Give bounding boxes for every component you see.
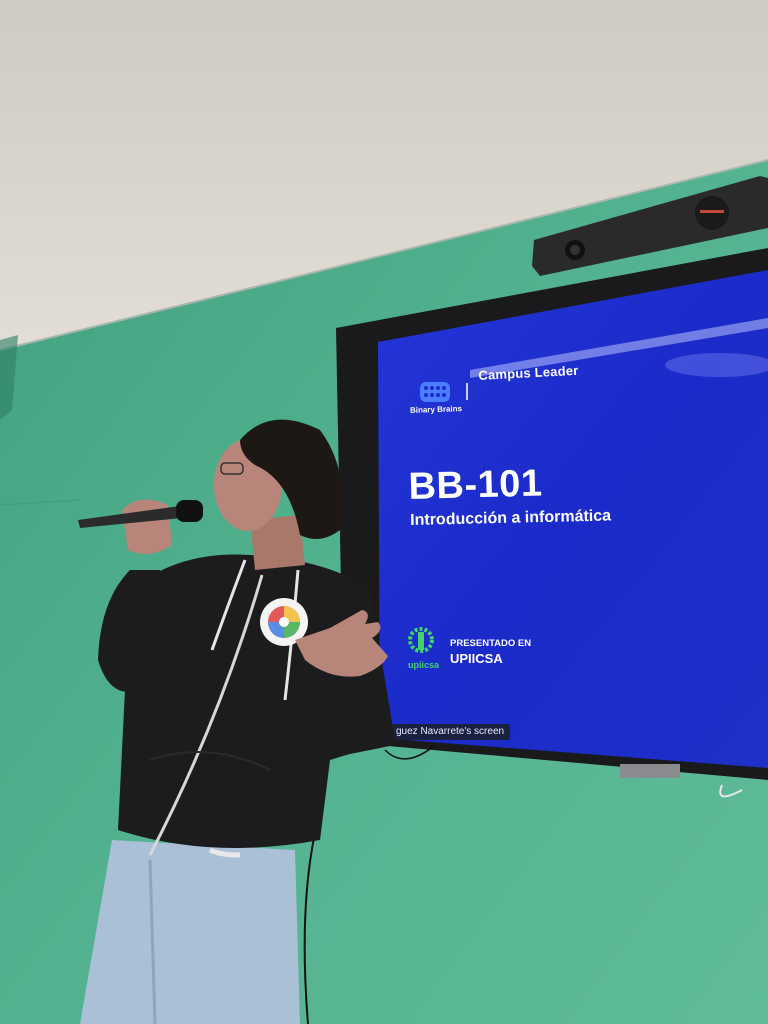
jeans <box>80 840 300 1024</box>
photo-scene: Campus Leader Binary Brains BB-101 Intro… <box>0 0 768 1024</box>
presenter <box>78 419 436 1024</box>
